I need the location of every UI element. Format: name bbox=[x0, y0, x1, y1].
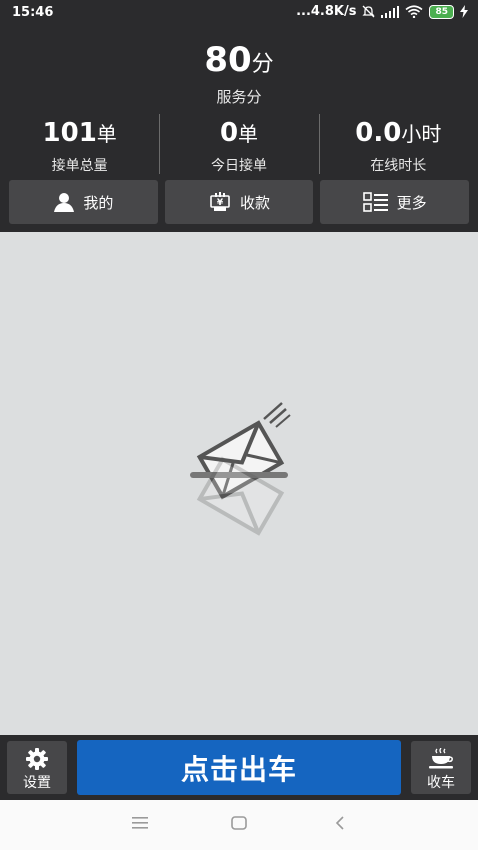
main-content bbox=[0, 232, 478, 735]
payment-label: 收款 bbox=[240, 193, 271, 212]
payment-button[interactable]: ¥ 收款 bbox=[164, 180, 314, 224]
status-time: 15:46 bbox=[12, 5, 54, 20]
network-speed: ...4.8K/s bbox=[296, 4, 357, 19]
depart-label: 点击出车 bbox=[180, 752, 297, 786]
person-icon bbox=[54, 193, 75, 212]
list-icon bbox=[362, 192, 388, 212]
stats-row: 101单 接单总量 0单 今日接单 0.0小时 在线时长 bbox=[0, 114, 478, 176]
header-nav: 我的 ¥ 收款 更多 bbox=[9, 180, 470, 224]
score-value: 80 bbox=[204, 40, 252, 80]
mute-icon bbox=[362, 5, 376, 18]
more-label: 更多 bbox=[396, 193, 427, 212]
stat-online-hours: 0.0小时 在线时长 bbox=[318, 114, 478, 176]
stat-unit: 单 bbox=[96, 122, 117, 146]
settings-label: 设置 bbox=[23, 775, 51, 791]
stat-label: 在线时长 bbox=[370, 158, 427, 174]
gear-icon bbox=[26, 748, 48, 770]
status-bar: 15:46 ...4.8K/s 85 bbox=[0, 0, 478, 26]
settings-button[interactable]: 设置 bbox=[7, 741, 67, 794]
my-profile-label: 我的 bbox=[83, 193, 114, 212]
stat-total-orders: 101单 接单总量 bbox=[0, 114, 159, 176]
stat-value: 0 bbox=[219, 118, 239, 148]
menu-icon[interactable] bbox=[132, 816, 148, 830]
depart-button[interactable]: 点击出车 bbox=[77, 740, 401, 795]
stat-unit: 单 bbox=[238, 122, 259, 146]
bottom-bar: 设置 点击出车 收车 bbox=[0, 735, 478, 800]
home-icon[interactable] bbox=[231, 816, 247, 830]
score-label: 服务分 bbox=[216, 88, 262, 106]
service-score: 80分 bbox=[0, 40, 478, 80]
back-icon[interactable] bbox=[334, 816, 346, 830]
svg-text:¥: ¥ bbox=[217, 198, 224, 208]
status-indicators: ...4.8K/s 85 bbox=[296, 4, 468, 19]
my-profile-button[interactable]: 我的 bbox=[9, 180, 158, 224]
more-button[interactable]: 更多 bbox=[320, 180, 470, 224]
charging-icon bbox=[460, 5, 468, 18]
stat-value: 101 bbox=[42, 118, 97, 148]
stat-label: 接单总量 bbox=[51, 158, 108, 174]
score-unit: 分 bbox=[251, 52, 274, 77]
offline-label: 收车 bbox=[427, 775, 455, 791]
stat-value: 0.0 bbox=[355, 118, 402, 148]
stat-today-orders: 0单 今日接单 bbox=[159, 114, 318, 176]
stat-unit: 小时 bbox=[401, 122, 442, 146]
signal-icon bbox=[381, 5, 400, 18]
envelope-icon bbox=[190, 402, 291, 536]
payment-icon: ¥ bbox=[210, 192, 230, 211]
wifi-icon bbox=[405, 5, 423, 18]
system-nav-bar bbox=[0, 800, 478, 850]
stat-label: 今日接单 bbox=[210, 158, 267, 174]
battery-indicator: 85 bbox=[429, 4, 454, 19]
dashboard-header: 80分 服务分 101单 接单总量 0单 今日接单 0.0小时 在线时长 我的 … bbox=[0, 26, 478, 232]
offline-button[interactable]: 收车 bbox=[411, 741, 471, 794]
coffee-cup-icon bbox=[429, 748, 453, 769]
